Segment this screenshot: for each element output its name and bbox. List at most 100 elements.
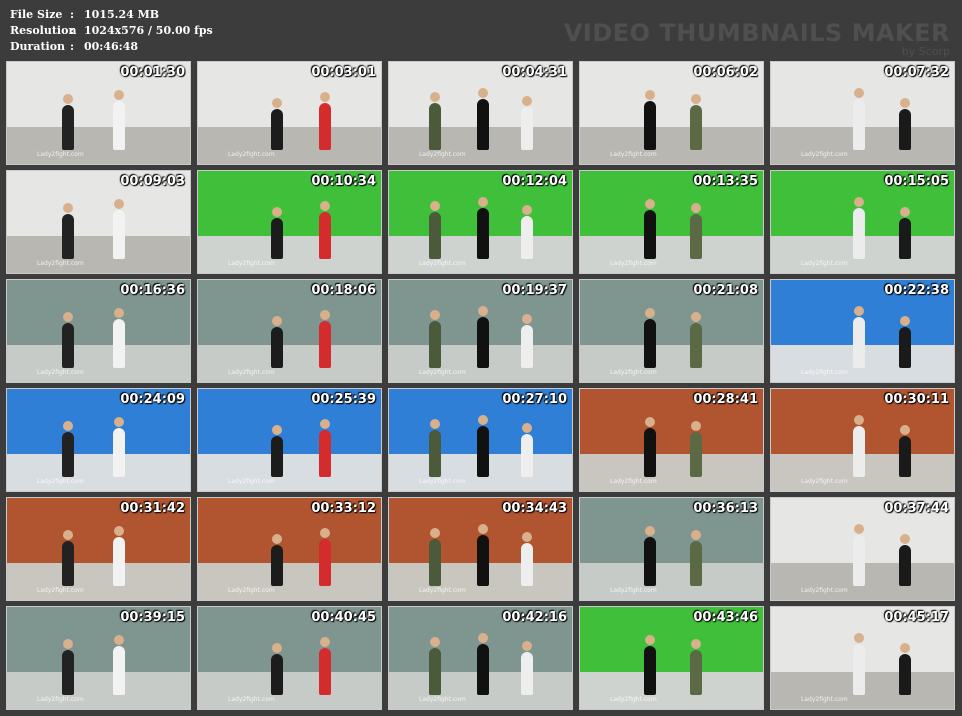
thumbnail[interactable]: 00:09:03 Lady2fight.com xyxy=(6,170,191,274)
scene-floor xyxy=(198,236,381,273)
person-head xyxy=(690,311,701,322)
person-figure xyxy=(113,416,126,477)
site-watermark: Lady2fight.com xyxy=(801,478,848,485)
site-watermark: Lady2fight.com xyxy=(37,260,84,267)
thumbnail[interactable]: 00:15:05 Lady2fight.com xyxy=(770,170,955,274)
thumbnail[interactable]: 00:19:37 Lady2fight.com xyxy=(388,279,573,383)
person-figure xyxy=(318,527,331,586)
timestamp: 00:30:11 xyxy=(884,392,949,407)
person-head xyxy=(62,529,73,540)
thumbnail[interactable]: 00:28:41 Lady2fight.com xyxy=(579,388,764,492)
person-figure xyxy=(689,311,702,368)
person-figure xyxy=(476,523,489,586)
person-head xyxy=(900,206,911,217)
thumbnail[interactable]: 00:06:02 Lady2fight.com xyxy=(579,61,764,165)
thumbnail[interactable]: 00:16:36 Lady2fight.com xyxy=(6,279,191,383)
person-head xyxy=(900,533,911,544)
thumbnail[interactable]: 00:33:12 Lady2fight.com xyxy=(197,497,382,601)
thumbnail[interactable]: 00:34:43 Lady2fight.com xyxy=(388,497,573,601)
person-figure xyxy=(271,424,284,477)
timestamp: 00:04:31 xyxy=(502,65,567,80)
site-watermark: Lady2fight.com xyxy=(419,151,466,158)
person-figure xyxy=(644,634,657,695)
person-figure xyxy=(61,529,74,586)
person-figure xyxy=(113,307,126,368)
site-watermark: Lady2fight.com xyxy=(419,696,466,703)
person-figure xyxy=(899,533,912,586)
scene-floor xyxy=(198,127,381,164)
timestamp: 00:01:30 xyxy=(120,65,185,80)
timestamp: 00:09:03 xyxy=(120,174,185,189)
thumbnail[interactable]: 00:07:32 Lady2fight.com xyxy=(770,61,955,165)
timestamp: 00:06:02 xyxy=(693,65,758,80)
person-figure xyxy=(644,416,657,477)
info-label: File Size xyxy=(10,8,63,21)
person-head xyxy=(900,97,911,108)
thumbnail[interactable]: 00:45:17 Lady2fight.com xyxy=(770,606,955,710)
person-head xyxy=(900,424,911,435)
thumbnail[interactable]: 00:01:30 Lady2fight.com xyxy=(6,61,191,165)
person-head xyxy=(645,525,656,536)
thumbnail[interactable]: 00:42:16 Lady2fight.com xyxy=(388,606,573,710)
resolution-row: Resolution : 1024x576 / 50.00 fps xyxy=(10,23,213,39)
thumbnail[interactable]: 00:36:13 Lady2fight.com xyxy=(579,497,764,601)
scene-floor xyxy=(198,454,381,491)
person-head xyxy=(645,198,656,209)
site-watermark: Lady2fight.com xyxy=(228,260,275,267)
thumbnail[interactable]: 00:21:08 Lady2fight.com xyxy=(579,279,764,383)
person-figure xyxy=(271,642,284,695)
site-watermark: Lady2fight.com xyxy=(610,696,657,703)
person-figure xyxy=(271,97,284,150)
timestamp: 00:37:44 xyxy=(884,501,949,516)
person-figure xyxy=(520,95,533,150)
thumbnail[interactable]: 00:04:31 Lady2fight.com xyxy=(388,61,573,165)
person-figure xyxy=(113,198,126,259)
timestamp: 00:27:10 xyxy=(502,392,567,407)
site-watermark: Lady2fight.com xyxy=(801,369,848,376)
timestamp: 00:42:16 xyxy=(502,610,567,625)
thumbnail[interactable]: 00:18:06 Lady2fight.com xyxy=(197,279,382,383)
site-watermark: Lady2fight.com xyxy=(37,587,84,594)
file-info: File Size : 1015.24 MB Resolution : 1024… xyxy=(10,7,213,55)
brand-author: by Scorp xyxy=(901,45,950,58)
thumbnail[interactable]: 00:40:45 Lady2fight.com xyxy=(197,606,382,710)
person-figure xyxy=(318,91,331,150)
person-head xyxy=(114,198,125,209)
person-figure xyxy=(429,527,442,586)
timestamp: 00:25:39 xyxy=(311,392,376,407)
timestamp: 00:24:09 xyxy=(120,392,185,407)
thumbnail[interactable]: 00:25:39 Lady2fight.com xyxy=(197,388,382,492)
file-size-value: 1015.24 MB xyxy=(84,8,160,21)
brand-watermark: VIDEO THUMBNAILS MAKER by Scorp xyxy=(564,20,950,58)
thumbnail[interactable]: 00:37:44 Lady2fight.com xyxy=(770,497,955,601)
thumbnail[interactable]: 00:39:15 Lady2fight.com xyxy=(6,606,191,710)
person-figure xyxy=(271,315,284,368)
person-figure xyxy=(429,636,442,695)
thumbnail[interactable]: 00:12:04 Lady2fight.com xyxy=(388,170,573,274)
thumbnail[interactable]: 00:43:46 Lady2fight.com xyxy=(579,606,764,710)
person-figure xyxy=(899,206,912,259)
person-head xyxy=(319,418,330,429)
person-figure xyxy=(271,206,284,259)
person-figure xyxy=(689,638,702,695)
thumbnail[interactable]: 00:31:42 Lady2fight.com xyxy=(6,497,191,601)
scene-floor xyxy=(7,563,190,600)
person-head xyxy=(690,638,701,649)
site-watermark: Lady2fight.com xyxy=(37,696,84,703)
timestamp: 00:28:41 xyxy=(693,392,758,407)
person-figure xyxy=(853,305,866,368)
person-head xyxy=(114,307,125,318)
thumbnail[interactable]: 00:22:38 Lady2fight.com xyxy=(770,279,955,383)
person-figure xyxy=(271,533,284,586)
person-figure xyxy=(853,523,866,586)
thumbnail[interactable]: 00:10:34 Lady2fight.com xyxy=(197,170,382,274)
thumbnail[interactable]: 00:30:11 Lady2fight.com xyxy=(770,388,955,492)
person-figure xyxy=(61,420,74,477)
thumbnail[interactable]: 00:27:10 Lady2fight.com xyxy=(388,388,573,492)
thumbnail[interactable]: 00:13:35 Lady2fight.com xyxy=(579,170,764,274)
info-separator: : xyxy=(70,40,75,53)
thumbnail[interactable]: 00:03:01 Lady2fight.com xyxy=(197,61,382,165)
thumbnail[interactable]: 00:24:09 Lady2fight.com xyxy=(6,388,191,492)
person-head xyxy=(477,632,488,643)
scene-floor xyxy=(7,345,190,382)
